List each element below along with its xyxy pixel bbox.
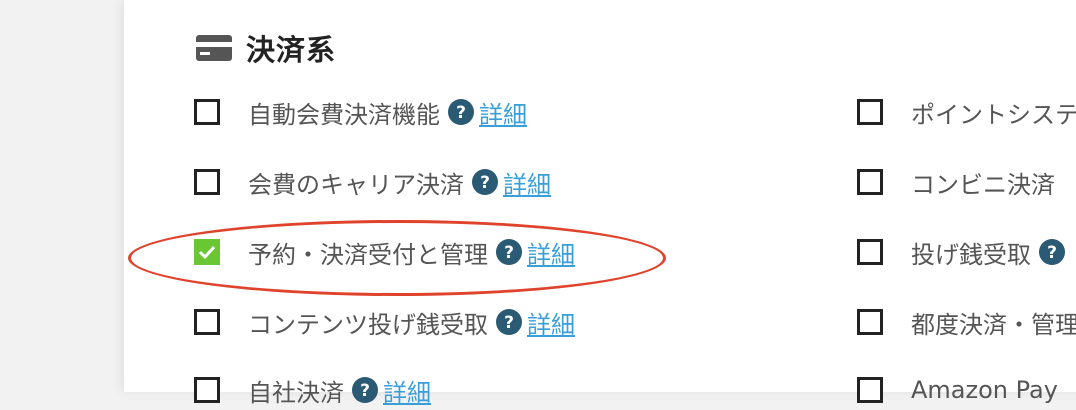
help-icon[interactable]: ? [1039, 239, 1065, 265]
option-content-tip-receipt[interactable]: コンテンツ投げ銭受取 ? 詳細 [194, 302, 575, 342]
checkbox[interactable] [194, 169, 220, 195]
svg-text:?: ? [504, 313, 514, 333]
svg-text:?: ? [360, 381, 370, 401]
option-convenience-store-payment[interactable]: コンビニ決済 [857, 162, 1055, 202]
checkbox[interactable] [857, 99, 883, 125]
checkmark-icon [198, 245, 216, 260]
option-label: コンテンツ投げ銭受取 [248, 310, 488, 339]
option-label: 自動会費決済機能 [248, 100, 440, 129]
option-auto-membership-payment[interactable]: 自動会費決済機能 ? 詳細 [194, 92, 527, 132]
help-icon[interactable]: ? [352, 377, 378, 403]
option-reservation-payment-management[interactable]: 予約・決済受付と管理 ? 詳細 [194, 232, 575, 272]
option-per-use-payment-management[interactable]: 都度決済・管理 [857, 302, 1076, 342]
credit-card-icon [196, 35, 232, 61]
section-title: 決済系 [246, 33, 337, 67]
option-membership-carrier-payment[interactable]: 会費のキャリア決済 ? 詳細 [194, 162, 551, 202]
help-icon[interactable]: ? [448, 99, 474, 125]
checkbox[interactable] [194, 377, 220, 403]
option-label: 投げ銭受取 [911, 240, 1031, 269]
checkbox[interactable] [857, 377, 883, 403]
section-header: 決済系 [196, 26, 336, 70]
option-label: 会費のキャリア決済 [248, 170, 464, 199]
checkbox[interactable] [857, 239, 883, 265]
option-label: Amazon Pay [911, 376, 1058, 404]
checkbox[interactable] [194, 99, 220, 125]
svg-text:?: ? [480, 173, 490, 193]
detail-link[interactable]: 詳細 [527, 305, 575, 340]
detail-link[interactable]: 詳細 [479, 95, 527, 130]
option-label: ポイントシステ [911, 100, 1076, 129]
svg-text:?: ? [1047, 243, 1057, 263]
option-amazon-pay[interactable]: Amazon Pay [857, 370, 1058, 410]
help-icon[interactable]: ? [496, 239, 522, 265]
detail-link[interactable]: 詳細 [527, 235, 575, 270]
option-tip-receipt[interactable]: 投げ銭受取 ? [857, 232, 1070, 272]
option-label: コンビニ決済 [911, 170, 1055, 199]
svg-text:?: ? [504, 243, 514, 263]
checkbox[interactable] [194, 309, 220, 335]
detail-link[interactable]: 詳細 [383, 373, 431, 408]
detail-link[interactable]: 詳細 [503, 165, 551, 200]
help-icon[interactable]: ? [496, 309, 522, 335]
option-label: 都度決済・管理 [911, 310, 1076, 339]
checkbox[interactable] [857, 309, 883, 335]
option-in-house-payment[interactable]: 自社決済 ? 詳細 [194, 370, 431, 410]
option-point-system[interactable]: ポイントシステ [857, 92, 1076, 132]
checkbox-checked[interactable] [194, 239, 220, 265]
help-icon[interactable]: ? [472, 169, 498, 195]
option-label: 自社決済 [248, 378, 344, 407]
svg-text:?: ? [456, 103, 466, 123]
option-label: 予約・決済受付と管理 [248, 240, 488, 269]
checkbox[interactable] [857, 169, 883, 195]
